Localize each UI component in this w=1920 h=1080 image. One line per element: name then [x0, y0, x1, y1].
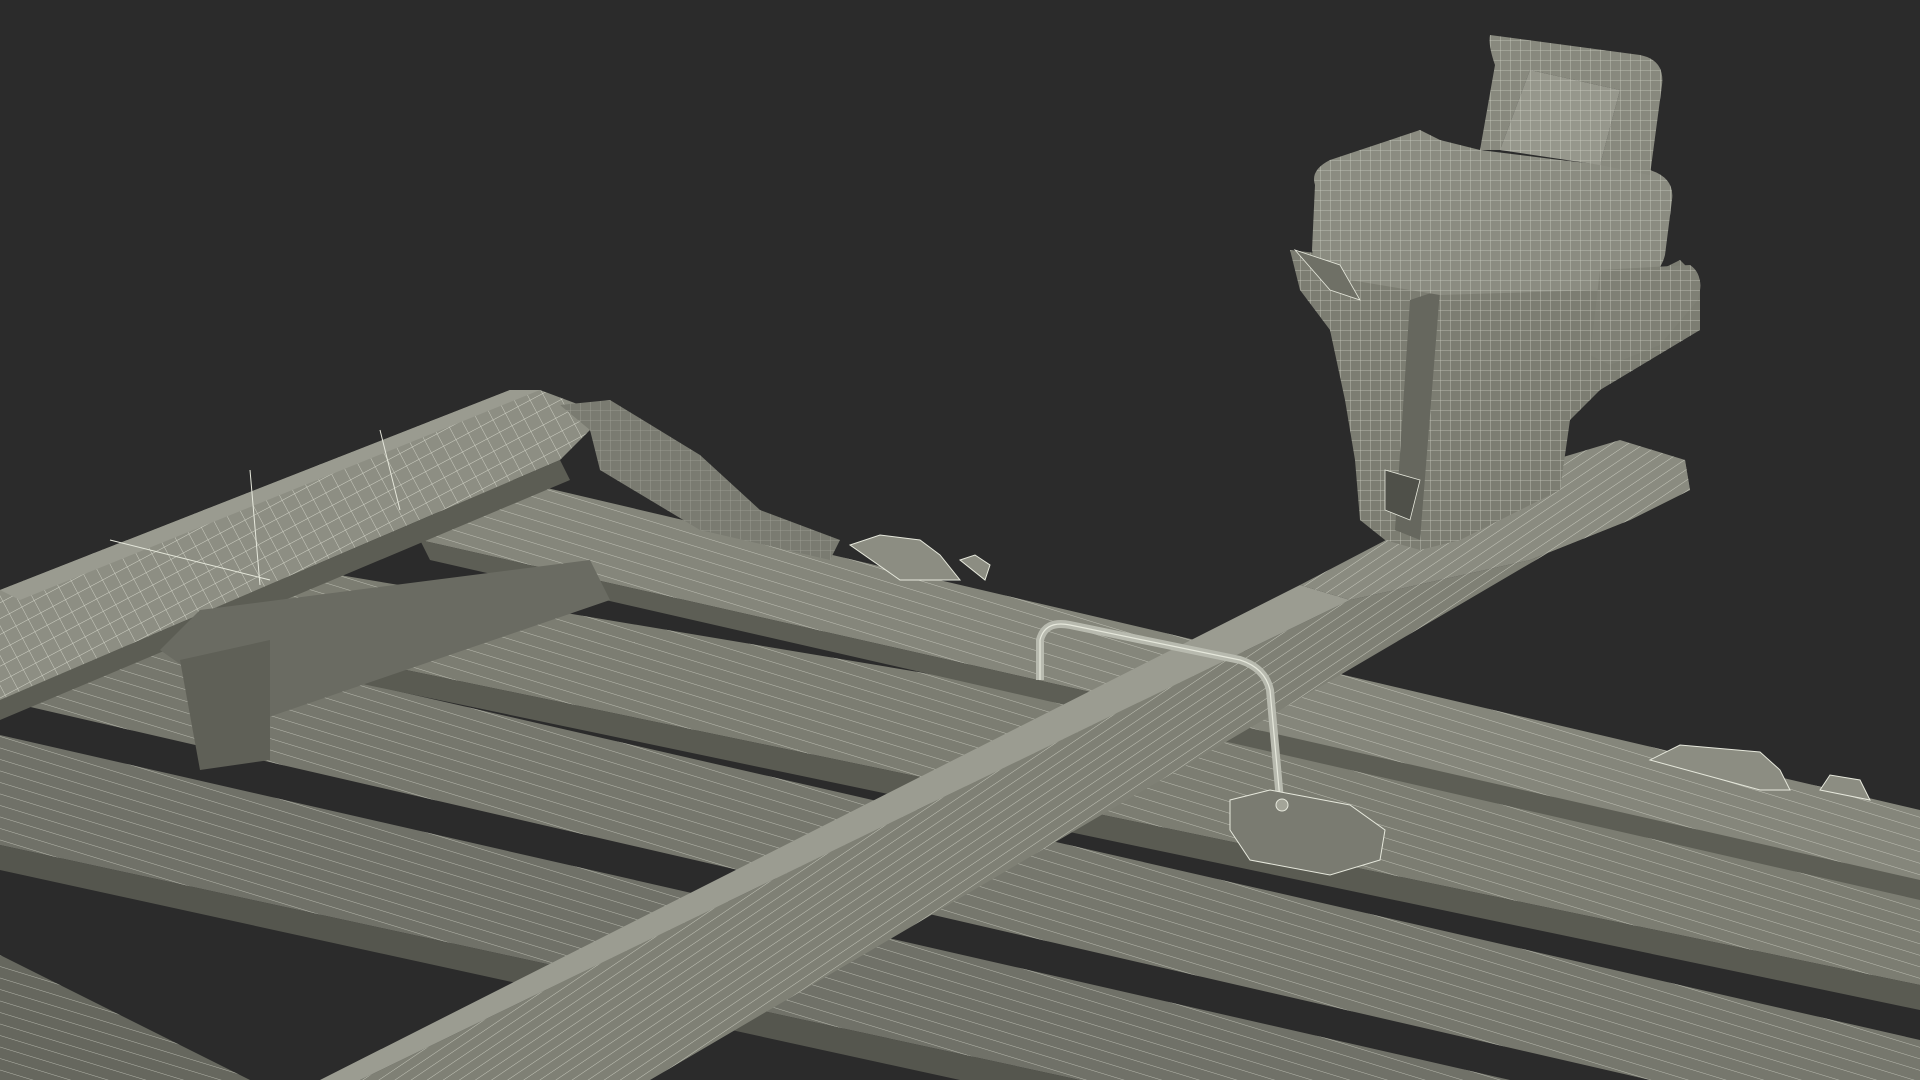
wireframe-scene	[0, 0, 1920, 1080]
render-viewport	[0, 0, 1920, 1080]
